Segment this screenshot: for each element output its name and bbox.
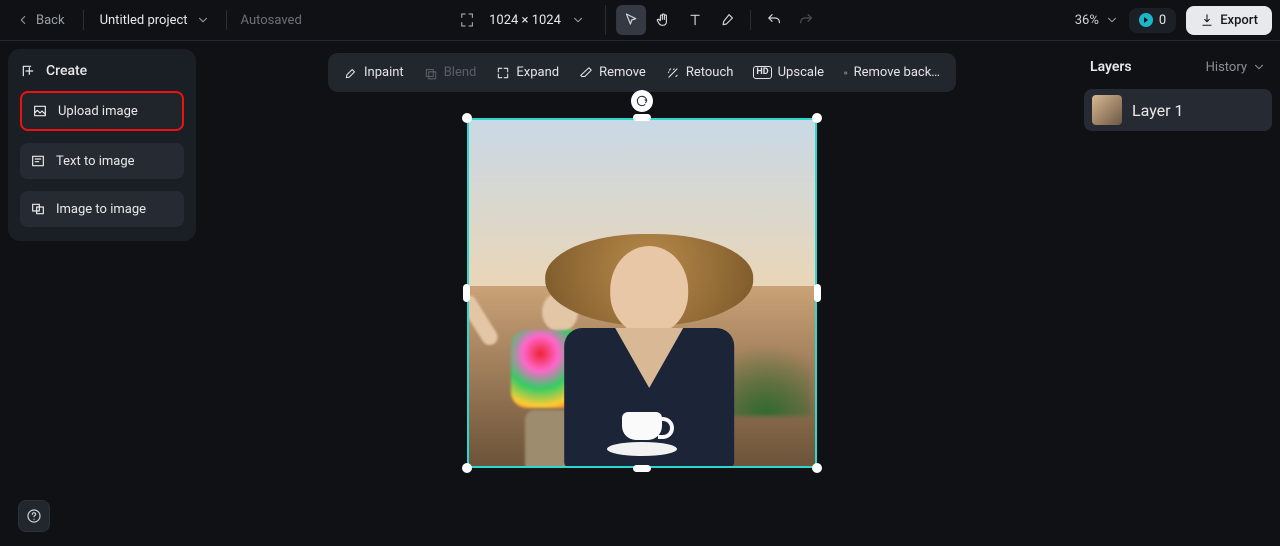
text-to-image-option[interactable]: Text to image xyxy=(20,143,184,179)
export-button[interactable]: Export xyxy=(1186,6,1272,35)
resize-handle-l[interactable] xyxy=(463,284,470,302)
credit-icon xyxy=(1139,13,1153,27)
credits-button[interactable]: 0 xyxy=(1129,8,1176,33)
upload-image-icon xyxy=(32,103,48,119)
brush-icon xyxy=(719,12,735,28)
image-to-image-icon xyxy=(30,201,46,217)
zoom-dropdown[interactable]: 36% xyxy=(1075,13,1119,28)
image-to-image-option[interactable]: Image to image xyxy=(20,191,184,227)
resize-handle-br[interactable] xyxy=(812,463,822,473)
project-title-dropdown[interactable]: Untitled project xyxy=(94,9,216,32)
dimensions-dropdown[interactable]: 1024 × 1024 xyxy=(489,13,585,28)
cursor-icon xyxy=(623,12,639,28)
blend-button: Blend xyxy=(416,59,485,86)
expand-icon xyxy=(496,66,510,80)
download-icon xyxy=(1200,13,1214,27)
divider xyxy=(750,10,751,30)
chevron-down-icon xyxy=(1105,13,1119,27)
retouch-label: Retouch xyxy=(686,65,734,80)
resize-handle-tl[interactable] xyxy=(462,113,472,123)
hand-tool[interactable] xyxy=(648,5,678,35)
remove-bg-icon xyxy=(844,66,848,80)
remove-background-button[interactable]: Remove back… xyxy=(836,59,948,86)
inpaint-button[interactable]: Inpaint xyxy=(336,59,412,86)
selection-frame[interactable] xyxy=(467,118,817,468)
divider xyxy=(83,10,84,30)
help-button[interactable] xyxy=(18,500,50,532)
layer-name: Layer 1 xyxy=(1132,101,1184,120)
zoom-label: 36% xyxy=(1075,13,1099,28)
resize-handle-b[interactable] xyxy=(633,465,651,472)
divider xyxy=(226,10,227,30)
text-icon xyxy=(687,12,703,28)
remove-button[interactable]: Remove xyxy=(571,59,654,86)
layers-panel: Layers History Layer 1 xyxy=(1084,49,1272,538)
canvas-area[interactable]: Inpaint Blend Expand Remove Retouch HD U… xyxy=(204,41,1080,546)
selected-image[interactable] xyxy=(467,118,817,468)
blend-label: Blend xyxy=(444,65,477,80)
back-button[interactable]: Back xyxy=(8,9,73,32)
dimensions-label: 1024 × 1024 xyxy=(489,13,561,28)
create-icon xyxy=(20,63,36,79)
resize-handle-r[interactable] xyxy=(814,284,821,302)
eraser-icon xyxy=(579,66,593,80)
retouch-icon xyxy=(666,66,680,80)
layer-thumbnail xyxy=(1092,95,1122,125)
upload-image-label: Upload image xyxy=(58,104,138,119)
history-dropdown[interactable]: History xyxy=(1206,60,1266,75)
resize-handle-bl[interactable] xyxy=(462,463,472,473)
export-label: Export xyxy=(1220,13,1258,28)
fit-screen-button[interactable] xyxy=(459,12,475,28)
text-to-image-label: Text to image xyxy=(56,154,135,169)
undo-button[interactable] xyxy=(759,5,789,35)
resize-handle-tr[interactable] xyxy=(812,113,822,123)
inpaint-label: Inpaint xyxy=(364,65,404,80)
upscale-label: Upscale xyxy=(778,65,824,80)
expand-button[interactable]: Expand xyxy=(488,59,567,86)
expand-label: Expand xyxy=(516,65,559,80)
text-to-image-icon xyxy=(30,153,46,169)
create-panel: Create Upload image Text to image Image … xyxy=(8,49,196,241)
upscale-button[interactable]: HD Upscale xyxy=(745,59,832,86)
credits-count: 0 xyxy=(1159,13,1166,28)
chevron-left-icon xyxy=(16,13,30,27)
hand-icon xyxy=(655,12,671,28)
image-to-image-label: Image to image xyxy=(56,202,146,217)
chevron-down-icon xyxy=(571,13,585,27)
retouch-button[interactable]: Retouch xyxy=(658,59,742,86)
select-tool[interactable] xyxy=(616,5,646,35)
redo-icon xyxy=(798,12,814,28)
history-label: History xyxy=(1206,60,1247,75)
text-tool[interactable] xyxy=(680,5,710,35)
autosaved-label: Autosaved xyxy=(241,13,302,28)
hd-icon: HD xyxy=(753,66,771,79)
rotate-handle[interactable] xyxy=(631,90,653,112)
create-label: Create xyxy=(46,63,87,79)
help-icon xyxy=(26,508,42,524)
rotate-icon xyxy=(635,94,649,108)
inpaint-icon xyxy=(344,66,358,80)
undo-icon xyxy=(766,12,782,28)
resize-handle-t[interactable] xyxy=(633,114,651,121)
layer-item[interactable]: Layer 1 xyxy=(1084,89,1272,131)
chevron-down-icon xyxy=(1252,60,1266,74)
remove-bg-label: Remove back… xyxy=(854,65,940,80)
brush-tool[interactable] xyxy=(712,5,742,35)
fit-icon xyxy=(459,12,475,28)
create-header: Create xyxy=(20,63,184,79)
chevron-down-icon xyxy=(196,13,210,27)
project-title: Untitled project xyxy=(100,13,188,28)
blend-icon xyxy=(424,66,438,80)
context-toolbar: Inpaint Blend Expand Remove Retouch HD U… xyxy=(328,53,956,92)
back-label: Back xyxy=(36,13,65,28)
layers-title: Layers xyxy=(1090,59,1132,75)
redo-button xyxy=(791,5,821,35)
remove-label: Remove xyxy=(599,65,646,80)
upload-image-option[interactable]: Upload image xyxy=(20,91,184,131)
